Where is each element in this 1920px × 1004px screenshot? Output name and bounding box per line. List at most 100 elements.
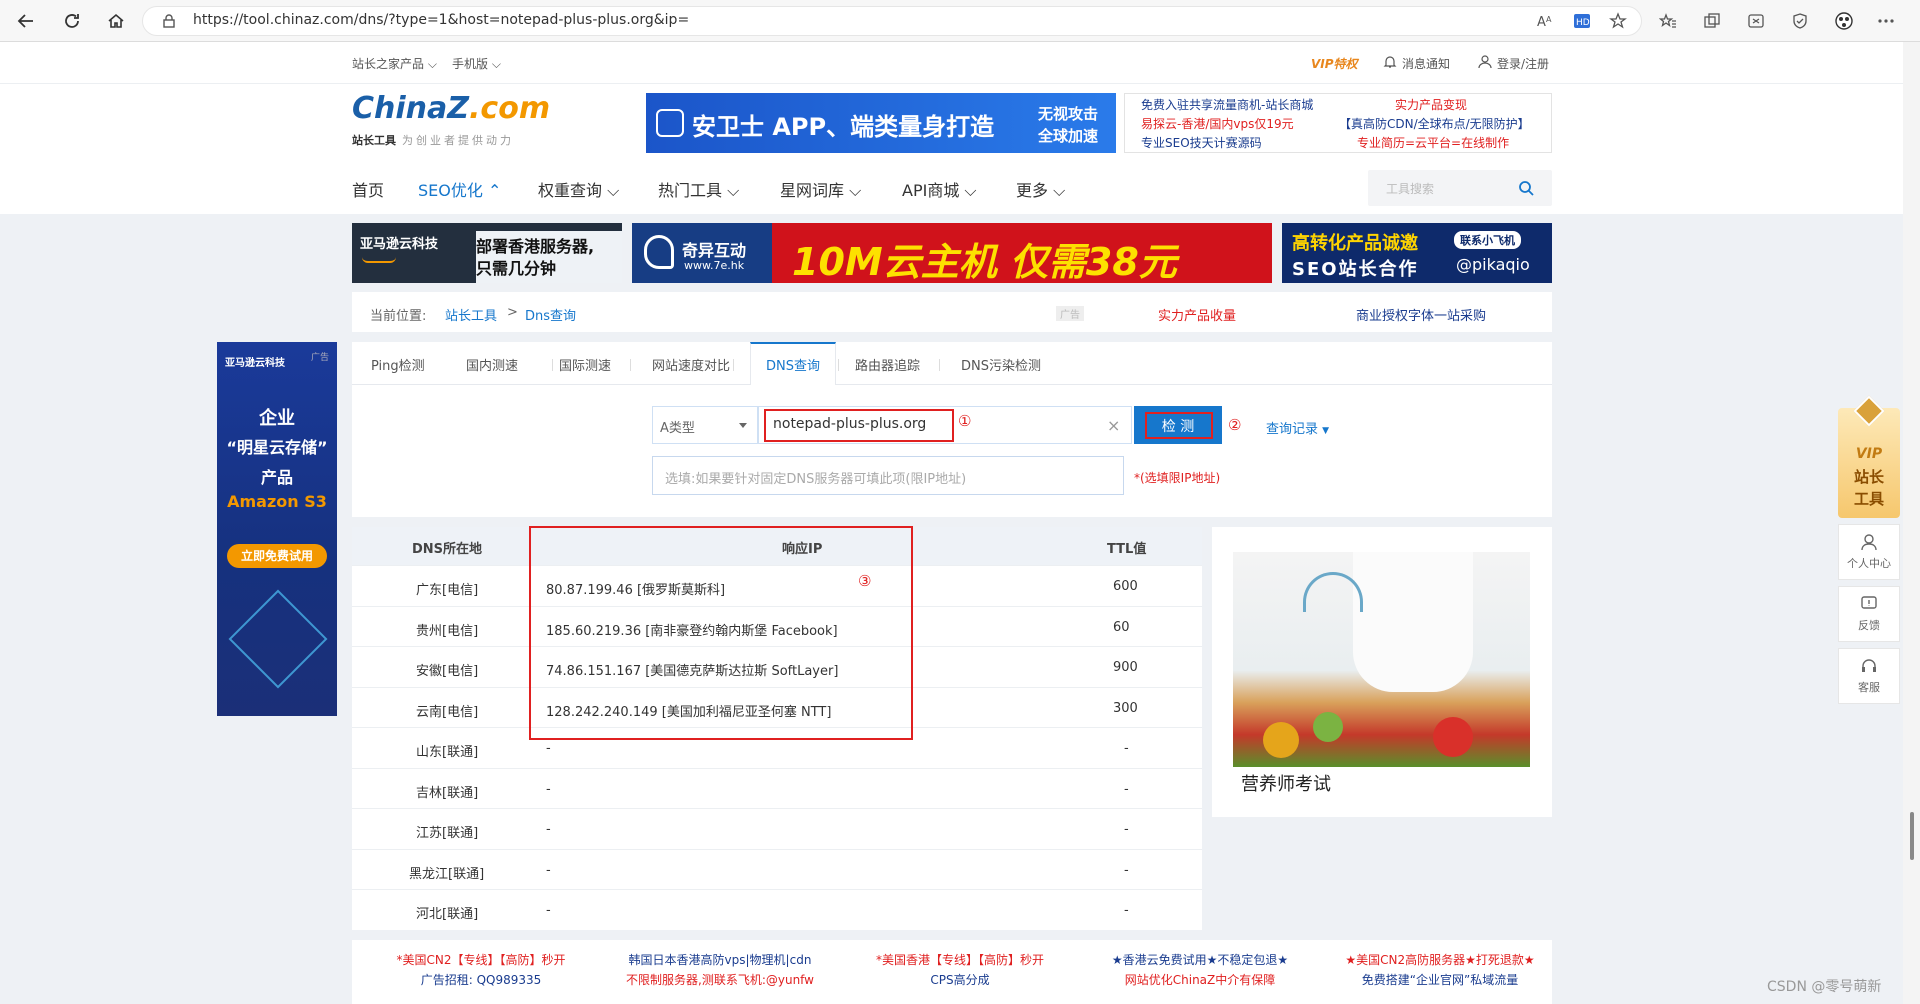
text-ad-link[interactable]: 免费入驻共享流量商机-站长商城: [1141, 96, 1313, 115]
response-ip: -: [546, 903, 551, 918]
diamond-icon: [1853, 395, 1885, 427]
tab-traceroute[interactable]: 路由器追踪: [855, 355, 920, 374]
screenshot-icon[interactable]: [1746, 11, 1766, 31]
feedback-button[interactable]: 反馈: [1838, 586, 1900, 642]
tool-search-input[interactable]: 工具搜索: [1368, 170, 1552, 206]
nav-home[interactable]: 首页: [352, 177, 384, 201]
footer-ad-link[interactable]: ★美国CN2高防服务器★打死退款★: [1320, 950, 1560, 970]
site-logo[interactable]: ChinaZ.com: [352, 92, 550, 126]
breadcrumb-label: 当前位置:: [370, 309, 427, 324]
footer-ad-link[interactable]: 网站优化ChinaZ中介有保障: [1080, 970, 1320, 990]
nav-seo[interactable]: SEO优化 ⌃: [418, 177, 501, 201]
ad-qiyi-cloud[interactable]: 奇异互动 www.7e.hk 10M云主机 仅需38元: [632, 223, 1272, 283]
ad-amazon-s3[interactable]: 亚马逊云科技 广告 企业 “明星云存储” 产品 Amazon S3 立即免费试用: [217, 342, 337, 716]
response-ip: -: [546, 741, 551, 756]
notifications-link[interactable]: 消息通知: [1402, 55, 1450, 72]
nav-weight[interactable]: 权重查询 ⌵: [538, 177, 619, 201]
scrollbar-thumb[interactable]: [1910, 812, 1914, 860]
nutrition-ad-image[interactable]: [1233, 552, 1530, 767]
ad-pikaqio[interactable]: 高转化产品诚邀 SEO站长合作 联系小飞机 @pikaqio: [1282, 223, 1552, 283]
footer-ad-link[interactable]: 不限制服务器,测联系飞机:@yunfw: [600, 970, 840, 990]
ad-amazon-hk[interactable]: 亚马逊云科技 部署香港服务器, 只需几分钟: [352, 223, 622, 283]
tab-domestic-speed[interactable]: 国内测速: [466, 355, 518, 374]
annotation-marker: ①: [958, 412, 972, 430]
bell-icon[interactable]: [1383, 54, 1397, 68]
back-icon[interactable]: [14, 9, 38, 33]
nav-keywords[interactable]: 星网词库 ⌵: [780, 177, 861, 201]
nav-more[interactable]: 更多 ⌵: [1016, 177, 1065, 201]
text-ad-link[interactable]: 专业简历=云平台=在线制作: [1357, 134, 1509, 152]
refresh-icon[interactable]: [60, 9, 84, 33]
footer-ad-link[interactable]: *美国CN2【专线】【高防】秒开: [361, 950, 601, 970]
promo-link[interactable]: 商业授权字体一站采购: [1356, 305, 1486, 324]
favorite-add-icon[interactable]: [1608, 11, 1628, 31]
dns-location: 江苏[联通]: [416, 826, 479, 841]
mobile-menu[interactable]: 手机版 ⌵: [452, 55, 501, 72]
tab-dns[interactable]: DNS查询: [766, 355, 820, 374]
favorites-icon[interactable]: [1658, 11, 1678, 31]
dns-location: 安徽[电信]: [416, 664, 479, 679]
breadcrumb-root[interactable]: 站长工具: [445, 305, 497, 324]
footer-ad-link[interactable]: ★香港云免费试用★不稳定包退★: [1080, 950, 1320, 970]
dns-location: 河北[联通]: [416, 907, 479, 922]
ad-caption[interactable]: 营养师考试: [1241, 770, 1331, 796]
customer-service-button[interactable]: 客服: [1838, 648, 1900, 704]
user-icon[interactable]: [1478, 54, 1492, 68]
footer-ad-column: 韩国日本香港高防vps|物理机|cdn 不限制服务器,测联系飞机:@yunfw: [600, 950, 840, 990]
promo-link[interactable]: 实力产品收量: [1158, 305, 1236, 324]
dns-location: 云南[电信]: [416, 704, 479, 720]
home-icon[interactable]: [104, 9, 128, 33]
ttl-value: 600: [1113, 579, 1138, 594]
search-icon[interactable]: [1518, 180, 1534, 196]
tab-ping[interactable]: Ping检测: [371, 355, 425, 374]
footer-ad-link[interactable]: *美国香港【专线】【高防】秒开: [840, 950, 1080, 970]
dns-location: 黑龙江[联通]: [409, 866, 485, 882]
column-header: DNS所在地: [412, 542, 483, 557]
text-ad-box: 免费入驻共享流量商机-站长商城 实力产品变现 易探云-香港/国内vps仅19元 …: [1124, 93, 1552, 153]
dns-location: 广东[电信]: [416, 583, 479, 598]
dns-location: 山东[联通]: [416, 745, 479, 760]
clear-icon[interactable]: ×: [1107, 416, 1120, 435]
text-ad-link[interactable]: 【真高防CDN/全球布点/无限防护】: [1339, 115, 1530, 134]
vip-tools-widget[interactable]: VIP 站长 工具: [1838, 395, 1900, 518]
tab-speed-compare[interactable]: 网站速度对比: [652, 355, 730, 374]
nav-api[interactable]: API商城 ⌵: [902, 177, 977, 201]
annotation-marker: ③: [858, 572, 872, 590]
dns-server-ip-input[interactable]: 选填:如果要针对固定DNS服务器可填此项(限IP地址): [652, 456, 1124, 495]
footer-ad-link[interactable]: 韩国日本香港高防vps|物理机|cdn: [600, 950, 840, 970]
banner-ad-anweishi[interactable]: 安卫士 APP、端类量身打造 无视攻击 全球加速: [646, 93, 1116, 153]
hd-icon[interactable]: HD: [1572, 11, 1592, 31]
headset-icon: [1862, 659, 1876, 672]
footer-ad-link[interactable]: CPS高分成: [840, 970, 1080, 990]
query-history-link[interactable]: 查询记录 ▼: [1266, 418, 1329, 437]
footer-ad-column: *美国CN2【专线】【高防】秒开 广告招租: QQ989335: [361, 950, 601, 990]
text-ad-link[interactable]: 专业SEO技天计赛源码: [1141, 134, 1262, 152]
tab-dns-pollution[interactable]: DNS污染检测: [961, 355, 1041, 374]
text-ad-link[interactable]: 易探云-香港/国内vps仅19元: [1141, 115, 1294, 134]
dns-location: 贵州[电信]: [416, 623, 479, 639]
footer-ad-link[interactable]: 免费搭建“企业官网”私域流量: [1320, 970, 1560, 990]
response-ip: -: [546, 862, 551, 878]
security-icon[interactable]: [1790, 11, 1810, 31]
user-center-button[interactable]: 个人中心: [1838, 524, 1900, 580]
record-type-select[interactable]: A类型: [652, 406, 758, 444]
login-link[interactable]: 登录/注册: [1497, 55, 1549, 72]
extension-icon[interactable]: [1834, 11, 1854, 31]
lock-icon[interactable]: [162, 14, 176, 28]
products-menu[interactable]: 站长之家产品 ⌵: [352, 55, 437, 72]
nav-hot-tools[interactable]: 热门工具 ⌵: [658, 177, 739, 201]
tab-intl-speed[interactable]: 国际测速: [559, 355, 611, 374]
more-menu-icon[interactable]: [1876, 11, 1896, 31]
free-trial-button[interactable]: 立即免费试用: [227, 544, 327, 568]
dropdown-arrow-icon: [739, 423, 747, 428]
column-header: TTL值: [1107, 542, 1147, 557]
read-aloud-icon[interactable]: AA: [1536, 11, 1556, 31]
footer-ad-link[interactable]: 广告招租: QQ989335: [361, 970, 601, 990]
user-icon: [1861, 534, 1877, 551]
text-ad-link[interactable]: 实力产品变现: [1395, 96, 1467, 115]
url-text: https://tool.chinaz.com/dns/?type=1&host…: [193, 12, 690, 28]
csdn-watermark: CSDN @零号萌新: [1767, 979, 1882, 995]
collections-icon[interactable]: [1702, 11, 1722, 31]
breadcrumb-current[interactable]: Dns查询: [525, 305, 576, 324]
vip-link[interactable]: VIP特权: [1311, 55, 1358, 72]
